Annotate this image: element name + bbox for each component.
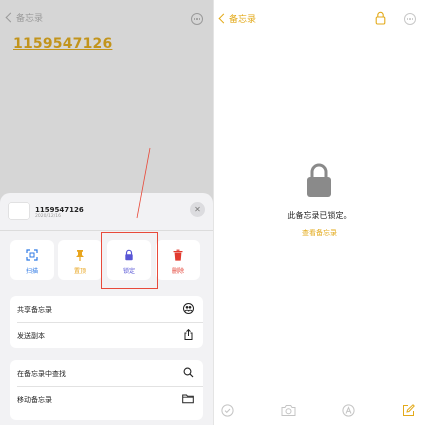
right-screen: 备忘录 此备忘录已锁定。 查看备忘录 <box>214 0 425 425</box>
find-move-group: 在备忘录中查找 移动备忘录 <box>10 360 203 420</box>
find-in-note-label: 在备忘录中查找 <box>17 370 66 378</box>
scan-button[interactable]: 扫描 <box>10 240 54 280</box>
pin-label: 置顶 <box>73 268 86 275</box>
close-button[interactable]: ✕ <box>190 202 205 217</box>
right-back-label: 备忘录 <box>229 15 257 25</box>
bottom-toolbar <box>214 402 425 420</box>
sheet-note-date: 2020/12/16 <box>35 214 61 219</box>
find-in-note-row[interactable]: 在备忘录中查找 <box>10 360 203 386</box>
left-screen: 备忘录 1159547126 1159547126 2020/12/16 ✕ 扫… <box>0 0 213 425</box>
move-note-label: 移动备忘录 <box>17 396 52 404</box>
compose-icon[interactable] <box>402 402 415 421</box>
send-copy-row[interactable]: 发送副本 <box>10 322 203 348</box>
markup-icon[interactable] <box>342 402 355 421</box>
trash-icon <box>156 249 200 263</box>
move-note-row[interactable]: 移动备忘录 <box>10 386 203 412</box>
pin-button[interactable]: 置顶 <box>58 240 102 280</box>
scan-icon <box>10 249 54 263</box>
view-note-link[interactable]: 查看备忘录 <box>214 228 425 238</box>
sheet-divider <box>0 230 213 231</box>
note-title[interactable]: 1159547126 <box>13 36 112 52</box>
share-note-row[interactable]: 共享备忘录 <box>10 296 203 322</box>
share-note-label: 共享备忘录 <box>17 306 52 314</box>
checklist-icon[interactable] <box>221 402 234 421</box>
close-icon: ✕ <box>194 205 201 214</box>
lock-icon <box>107 249 151 263</box>
share-group: 共享备忘录 发送副本 <box>10 296 203 348</box>
pin-icon <box>58 249 102 263</box>
locked-note-lock-icon <box>305 162 333 202</box>
share-people-icon <box>183 303 194 317</box>
left-back-label: 备忘录 <box>16 14 44 24</box>
more-icon[interactable] <box>404 13 416 25</box>
lock-icon[interactable] <box>375 10 386 29</box>
lock-button[interactable]: 锁定 <box>107 240 151 280</box>
search-icon <box>183 367 194 381</box>
left-back-button[interactable]: 备忘录 <box>4 11 43 24</box>
chevron-left-icon <box>5 12 16 23</box>
sheet-header: 1159547126 2020/12/16 ✕ <box>0 193 213 229</box>
sheet-note-title: 1159547126 <box>35 206 84 214</box>
lock-label: 锁定 <box>122 268 135 275</box>
scan-label: 扫描 <box>25 268 38 275</box>
camera-icon[interactable] <box>281 402 296 421</box>
folder-icon <box>182 393 194 407</box>
locked-message: 此备忘录已锁定。 <box>287 211 352 220</box>
note-thumbnail <box>9 203 29 219</box>
share-upload-icon <box>183 328 194 343</box>
chevron-left-icon <box>218 13 229 24</box>
left-nav-bar: 备忘录 <box>0 0 213 36</box>
action-sheet: 1159547126 2020/12/16 ✕ 扫描 置顶 锁定 删除 共享备忘… <box>0 193 213 425</box>
action-buttons: 扫描 置顶 锁定 删除 <box>10 240 203 280</box>
delete-button[interactable]: 删除 <box>156 240 200 280</box>
right-back-button[interactable]: 备忘录 <box>217 12 256 25</box>
send-copy-label: 发送副本 <box>17 332 45 340</box>
more-icon[interactable] <box>191 13 203 25</box>
delete-label: 删除 <box>171 268 184 275</box>
